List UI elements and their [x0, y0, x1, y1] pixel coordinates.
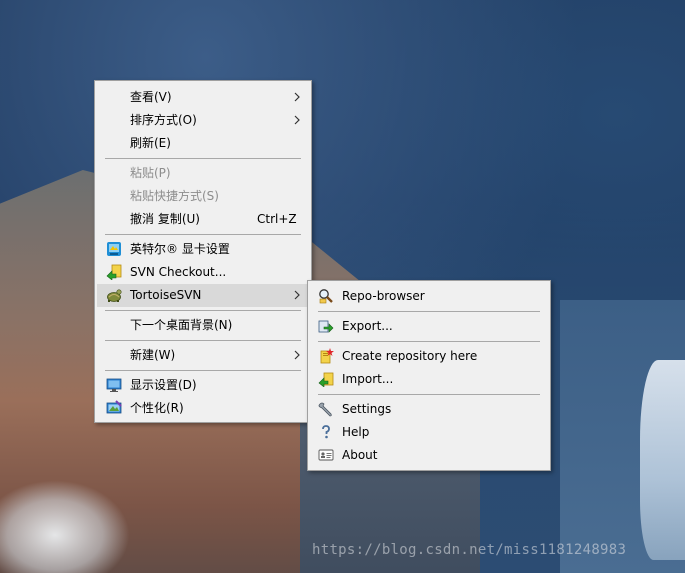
- submenu-item-label: Create repository here: [342, 349, 478, 363]
- submenu-item-create-repository[interactable]: Create repository here: [310, 345, 548, 368]
- about-icon: [318, 449, 334, 461]
- menu-separator: [318, 394, 540, 395]
- import-icon: [318, 372, 334, 387]
- waterfall: [640, 360, 685, 560]
- menu-item-tortoisesvn[interactable]: TortoiseSVN: [97, 284, 309, 307]
- menu-item-refresh[interactable]: 刷新(E): [97, 132, 309, 155]
- export-icon: [318, 320, 334, 333]
- submenu-item-label: Export...: [342, 319, 393, 333]
- menu-item-next-background[interactable]: 下一个桌面背景(N): [97, 314, 309, 337]
- menu-item-svn-checkout[interactable]: SVN Checkout...: [97, 261, 309, 284]
- menu-item-label: 查看(V): [130, 90, 172, 104]
- settings-wrench-icon: [318, 402, 332, 417]
- repo-browser-icon: [319, 289, 333, 304]
- menu-item-view[interactable]: 查看(V): [97, 86, 309, 109]
- submenu-item-help[interactable]: Help: [310, 421, 548, 444]
- svn-checkout-icon: [106, 264, 122, 280]
- menu-item-new[interactable]: 新建(W): [97, 344, 309, 367]
- chevron-right-icon: [294, 290, 300, 300]
- help-icon: [322, 425, 330, 439]
- create-repository-icon: [320, 348, 334, 364]
- chevron-right-icon: [294, 350, 300, 360]
- submenu-item-settings[interactable]: Settings: [310, 398, 548, 421]
- menu-item-label: 撤消 复制(U): [130, 212, 200, 226]
- menu-item-sort-by[interactable]: 排序方式(O): [97, 109, 309, 132]
- menu-item-label: 个性化(R): [130, 401, 184, 415]
- menu-item-label: 下一个桌面背景(N): [130, 318, 233, 332]
- submenu-item-about[interactable]: About: [310, 444, 548, 467]
- display-settings-icon: [106, 378, 122, 392]
- menu-item-label: TortoiseSVN: [130, 288, 202, 302]
- menu-item-personalize[interactable]: 个性化(R): [97, 397, 309, 420]
- menu-separator: [105, 340, 301, 341]
- menu-separator: [105, 158, 301, 159]
- submenu-item-export[interactable]: Export...: [310, 315, 548, 338]
- menu-item-label: 排序方式(O): [130, 113, 197, 127]
- watermark-text: https://blog.csdn.net/miss1181248983: [312, 542, 627, 558]
- menu-separator: [105, 370, 301, 371]
- menu-item-undo-copy[interactable]: 撤消 复制(U) Ctrl+Z: [97, 208, 309, 231]
- menu-item-intel-graphics[interactable]: 英特尔® 显卡设置: [97, 238, 309, 261]
- submenu-item-label: Import...: [342, 372, 394, 386]
- menu-separator: [105, 234, 301, 235]
- mist-cloud: [0, 480, 130, 573]
- menu-separator: [318, 311, 540, 312]
- submenu-item-import[interactable]: Import...: [310, 368, 548, 391]
- menu-item-label: SVN Checkout...: [130, 265, 227, 279]
- personalize-icon: [106, 400, 122, 414]
- menu-item-paste-shortcut[interactable]: 粘贴快捷方式(S): [97, 185, 309, 208]
- submenu-item-label: Settings: [342, 402, 392, 416]
- menu-item-label: 粘贴(P): [130, 166, 171, 180]
- menu-item-paste[interactable]: 粘贴(P): [97, 162, 309, 185]
- menu-item-label: 刷新(E): [130, 136, 171, 150]
- tortoisesvn-submenu: Repo-browser Export... Create repository…: [307, 280, 551, 471]
- menu-separator: [318, 341, 540, 342]
- menu-item-shortcut: Ctrl+Z: [257, 212, 297, 226]
- menu-item-label: 粘贴快捷方式(S): [130, 189, 219, 203]
- submenu-item-label: Repo-browser: [342, 289, 425, 303]
- chevron-right-icon: [294, 92, 300, 102]
- menu-item-label: 新建(W): [130, 348, 176, 362]
- menu-separator: [105, 310, 301, 311]
- submenu-item-label: Help: [342, 425, 370, 439]
- desktop-context-menu: 查看(V) 排序方式(O) 刷新(E) 粘贴(P) 粘贴快捷方式(S) 撤消 复…: [94, 80, 312, 423]
- submenu-item-label: About: [342, 448, 378, 462]
- chevron-right-icon: [294, 115, 300, 125]
- menu-item-display-settings[interactable]: 显示设置(D): [97, 374, 309, 397]
- submenu-item-repo-browser[interactable]: Repo-browser: [310, 285, 548, 308]
- menu-item-label: 显示设置(D): [130, 378, 197, 392]
- tortoisesvn-icon: [107, 289, 122, 302]
- menu-item-label: 英特尔® 显卡设置: [130, 242, 230, 256]
- intel-graphics-icon: [107, 242, 121, 256]
